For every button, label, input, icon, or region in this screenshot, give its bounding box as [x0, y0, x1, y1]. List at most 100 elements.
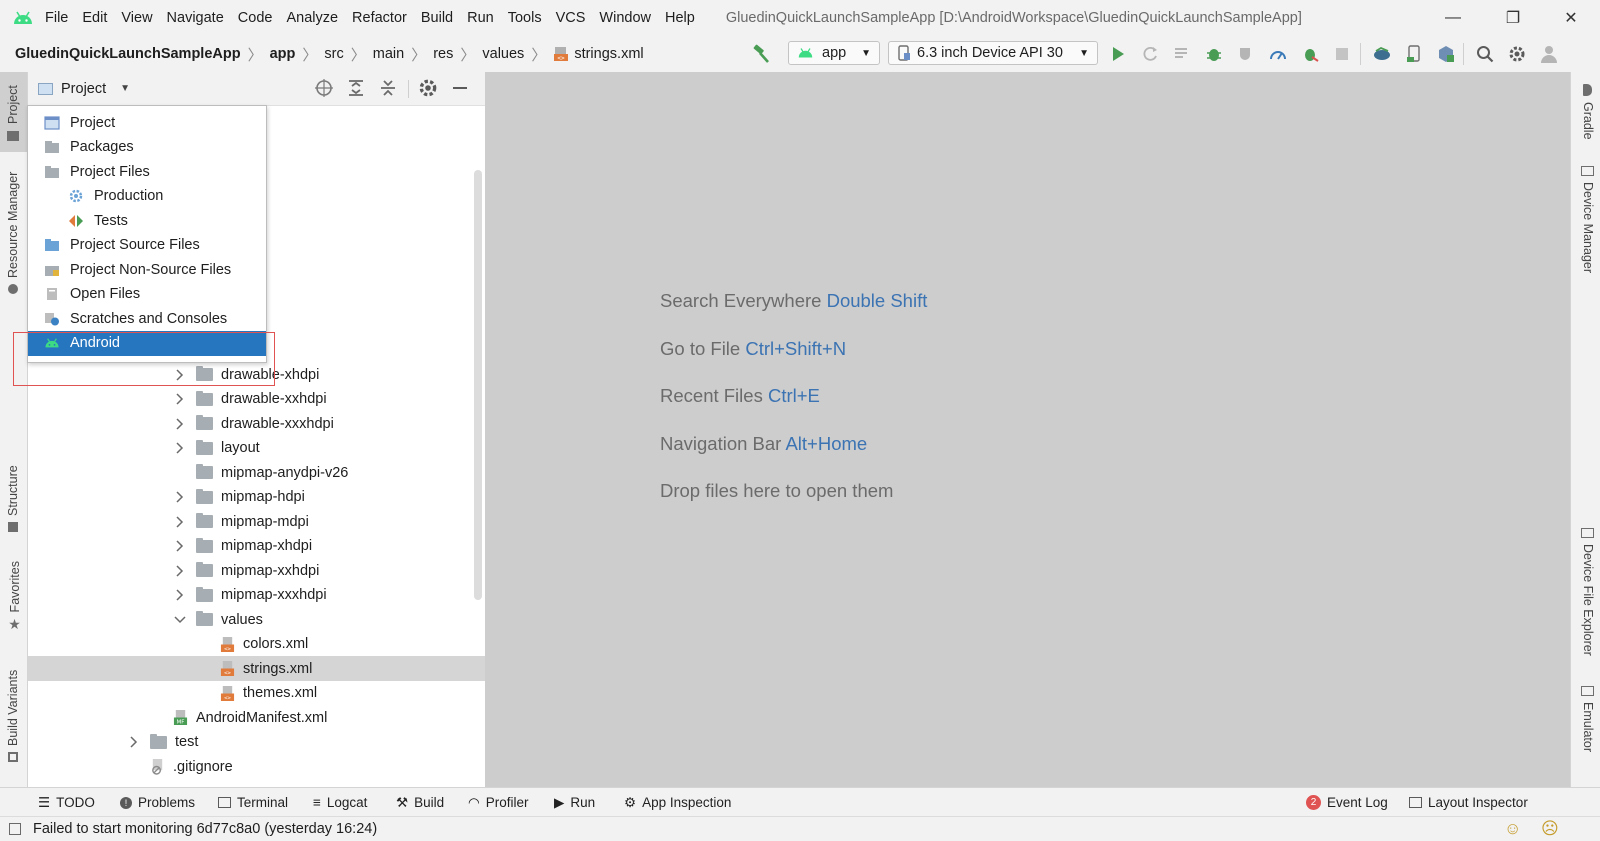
menu-build[interactable]: Build: [414, 0, 460, 36]
tree-row[interactable]: values: [28, 607, 485, 632]
tree-row[interactable]: mipmap-anydpi-v26: [28, 460, 485, 485]
stop-icon[interactable]: [1331, 43, 1353, 65]
tree-row[interactable]: mipmap-hdpi: [28, 485, 485, 510]
breadcrumb-project[interactable]: GluedinQuickLaunchSampleApp: [15, 46, 241, 62]
tool-event-log[interactable]: 2 Event Log: [1306, 788, 1388, 817]
tree-row[interactable]: <> colors.xml: [28, 632, 485, 657]
tab-resource-manager[interactable]: Resource Manager: [6, 172, 20, 294]
tool-layout-inspector[interactable]: Layout Inspector: [1409, 788, 1528, 817]
hide-panel-icon[interactable]: [450, 78, 470, 102]
tree-row[interactable]: mipmap-mdpi: [28, 509, 485, 534]
tool-app-inspection[interactable]: ⚙ App Inspection: [624, 788, 731, 817]
sad-face-icon[interactable]: ☹: [1541, 819, 1559, 839]
view-option-scratches-consoles[interactable]: Scratches and Consoles: [28, 306, 266, 331]
chevron-right-icon[interactable]: [174, 564, 186, 577]
breadcrumb-app[interactable]: app: [270, 46, 296, 62]
tool-logcat[interactable]: ≡ Logcat: [313, 788, 367, 817]
tree-row[interactable]: layout: [28, 436, 485, 461]
tab-project[interactable]: Project: [6, 85, 20, 142]
avd-manager-icon[interactable]: [1403, 43, 1425, 65]
menu-navigate[interactable]: Navigate: [160, 0, 231, 36]
search-icon[interactable]: [1474, 43, 1496, 65]
menu-view[interactable]: View: [114, 0, 159, 36]
view-selector[interactable]: Project ▼: [38, 72, 130, 105]
apply-changes-icon[interactable]: [1139, 43, 1161, 65]
tool-profiler[interactable]: ◠ Profiler: [468, 788, 529, 817]
tree-row[interactable]: mipmap-xxhdpi: [28, 558, 485, 583]
status-message[interactable]: Failed to start monitoring 6d77c8a0 (yes…: [33, 821, 377, 837]
tab-emulator[interactable]: Emulator: [1581, 686, 1595, 752]
tab-favorites[interactable]: ★ Favorites: [6, 561, 23, 632]
debug-icon[interactable]: [1203, 43, 1225, 65]
gear-icon[interactable]: [1506, 43, 1528, 65]
breadcrumb-values[interactable]: values: [482, 46, 524, 62]
chevron-right-icon[interactable]: [128, 736, 140, 748]
view-option-project[interactable]: Project: [28, 110, 266, 135]
chevron-right-icon[interactable]: [174, 417, 186, 430]
tab-build-variants[interactable]: Build Variants: [6, 670, 20, 762]
tree-row[interactable]: test: [28, 730, 485, 755]
tree-row[interactable]: .gitignore: [28, 754, 485, 779]
tree-row[interactable]: drawable-xxxhdpi: [28, 411, 485, 436]
restore-button[interactable]: ❐: [1490, 0, 1536, 36]
view-option-open-files[interactable]: Open Files: [28, 282, 266, 307]
coverage-icon[interactable]: [1235, 43, 1257, 65]
view-option-project-files[interactable]: Project Files: [28, 159, 266, 184]
menu-analyze[interactable]: Analyze: [279, 0, 345, 36]
collapse-all-icon[interactable]: [378, 78, 398, 102]
tab-device-manager[interactable]: Device Manager: [1581, 166, 1595, 273]
menu-file[interactable]: File: [38, 0, 75, 36]
profile-icon[interactable]: [1267, 43, 1289, 65]
happy-face-icon[interactable]: ☺: [1504, 819, 1521, 839]
view-option-production[interactable]: Production: [28, 184, 266, 209]
tree-row[interactable]: <> strings.xml: [28, 656, 485, 681]
breadcrumb-src[interactable]: src: [324, 46, 343, 62]
breadcrumb-file[interactable]: strings.xml: [574, 46, 643, 62]
tree-row[interactable]: <> themes.xml: [28, 681, 485, 706]
tab-gradle[interactable]: Gradle: [1581, 84, 1595, 140]
chevron-right-icon[interactable]: [174, 442, 186, 454]
menu-edit[interactable]: Edit: [75, 0, 114, 36]
tree-row[interactable]: mipmap-xxxhdpi: [28, 583, 485, 608]
tab-device-file-explorer[interactable]: Device File Explorer: [1581, 528, 1595, 656]
breadcrumb-main[interactable]: main: [373, 46, 404, 62]
locate-file-icon[interactable]: [314, 78, 334, 102]
attach-debugger-icon[interactable]: [1299, 43, 1321, 65]
device-select[interactable]: 6.3 inch Device API 30 ▼: [888, 41, 1098, 65]
menu-help[interactable]: Help: [658, 0, 702, 36]
breadcrumb-res[interactable]: res: [433, 46, 453, 62]
tool-terminal[interactable]: Terminal: [218, 788, 288, 817]
chevron-right-icon[interactable]: [174, 393, 186, 405]
tool-run[interactable]: ▶ Run: [554, 788, 595, 817]
tree-row[interactable]: mipmap-xhdpi: [28, 534, 485, 559]
chevron-right-icon[interactable]: [174, 515, 186, 528]
run-icon[interactable]: [1107, 43, 1129, 65]
view-option-tests[interactable]: Tests: [28, 208, 266, 233]
minimize-button[interactable]: —: [1430, 0, 1476, 36]
menu-code[interactable]: Code: [231, 0, 280, 36]
editor-empty-area[interactable]: Search Everywhere Double Shift Go to Fil…: [485, 72, 1570, 787]
tree-scrollbar[interactable]: [474, 170, 482, 600]
chevron-right-icon[interactable]: [174, 589, 186, 601]
menu-run[interactable]: Run: [460, 0, 501, 36]
run-config-select[interactable]: app ▼: [788, 41, 880, 65]
sync-gradle-icon[interactable]: [1371, 43, 1393, 65]
view-option-project-source-files[interactable]: Project Source Files: [28, 233, 266, 258]
menu-window[interactable]: Window: [592, 0, 658, 36]
menu-refactor[interactable]: Refactor: [345, 0, 414, 36]
tree-row[interactable]: drawable-xhdpi: [28, 362, 485, 387]
chevron-down-icon[interactable]: [174, 614, 186, 626]
tool-problems[interactable]: ! Problems: [120, 788, 195, 817]
view-option-android[interactable]: Android: [28, 330, 266, 356]
menu-vcs[interactable]: VCS: [549, 0, 593, 36]
expand-all-icon[interactable]: [346, 78, 366, 102]
chevron-right-icon[interactable]: [174, 491, 186, 503]
tree-row[interactable]: MF AndroidManifest.xml: [28, 705, 485, 730]
hammer-build-icon[interactable]: [751, 43, 773, 65]
tree-row[interactable]: drawable-xxhdpi: [28, 387, 485, 412]
tool-todo[interactable]: ☰ TODO: [38, 788, 95, 817]
tool-build[interactable]: ⚒ Build: [396, 788, 444, 817]
chevron-right-icon[interactable]: [174, 540, 186, 552]
view-option-project-non-source-files[interactable]: Project Non-Source Files: [28, 257, 266, 282]
view-option-packages[interactable]: Packages: [28, 135, 266, 160]
